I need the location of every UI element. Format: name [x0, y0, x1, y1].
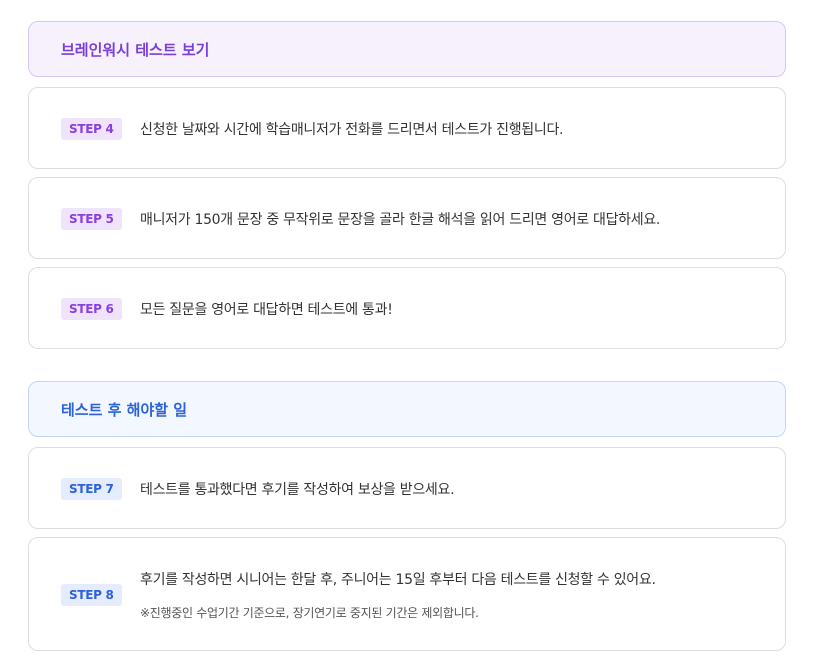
step-text: 매니저가 150개 문장 중 무작위로 문장을 골라 한글 해석을 읽어 드리면… — [140, 212, 661, 228]
section-title: 테스트 후 해야할 일 — [61, 400, 188, 419]
step-card-6: STEP 6 모든 질문을 영어로 대답하면 테스트에 통과! — [28, 267, 786, 349]
step-card-8: STEP 8 후기를 작성하면 시니어는 한달 후, 주니어는 15일 후부터 … — [28, 537, 786, 651]
step-text: 신청한 날짜와 시간에 학습매니저가 전화를 드리면서 테스트가 진행됩니다. — [140, 122, 564, 138]
step-badge: STEP 4 — [61, 118, 122, 140]
section-header-test: 브레인워시 테스트 보기 — [28, 21, 786, 77]
step-text: 후기를 작성하면 시니어는 한달 후, 주니어는 15일 후부터 다음 테스트를… — [140, 572, 656, 588]
step-card-5: STEP 5 매니저가 150개 문장 중 무작위로 문장을 골라 한글 해석을… — [28, 177, 786, 259]
step-badge: STEP 6 — [61, 298, 122, 320]
step-badge: STEP 7 — [61, 478, 122, 500]
step-text: 테스트를 통과했다면 후기를 작성하여 보상을 받으세요. — [140, 482, 455, 498]
step-badge: STEP 5 — [61, 208, 122, 230]
step-note: ※진행중인 수업기간 기준으로, 장기연기로 중지된 기간은 제외합니다. — [140, 606, 479, 620]
section-title: 브레인워시 테스트 보기 — [61, 40, 210, 59]
step-badge: STEP 8 — [61, 584, 122, 606]
step-card-4: STEP 4 신청한 날짜와 시간에 학습매니저가 전화를 드리면서 테스트가 … — [28, 87, 786, 169]
step-text: 모든 질문을 영어로 대답하면 테스트에 통과! — [140, 302, 393, 318]
section-header-after-test: 테스트 후 해야할 일 — [28, 381, 786, 437]
step-card-7: STEP 7 테스트를 통과했다면 후기를 작성하여 보상을 받으세요. — [28, 447, 786, 529]
